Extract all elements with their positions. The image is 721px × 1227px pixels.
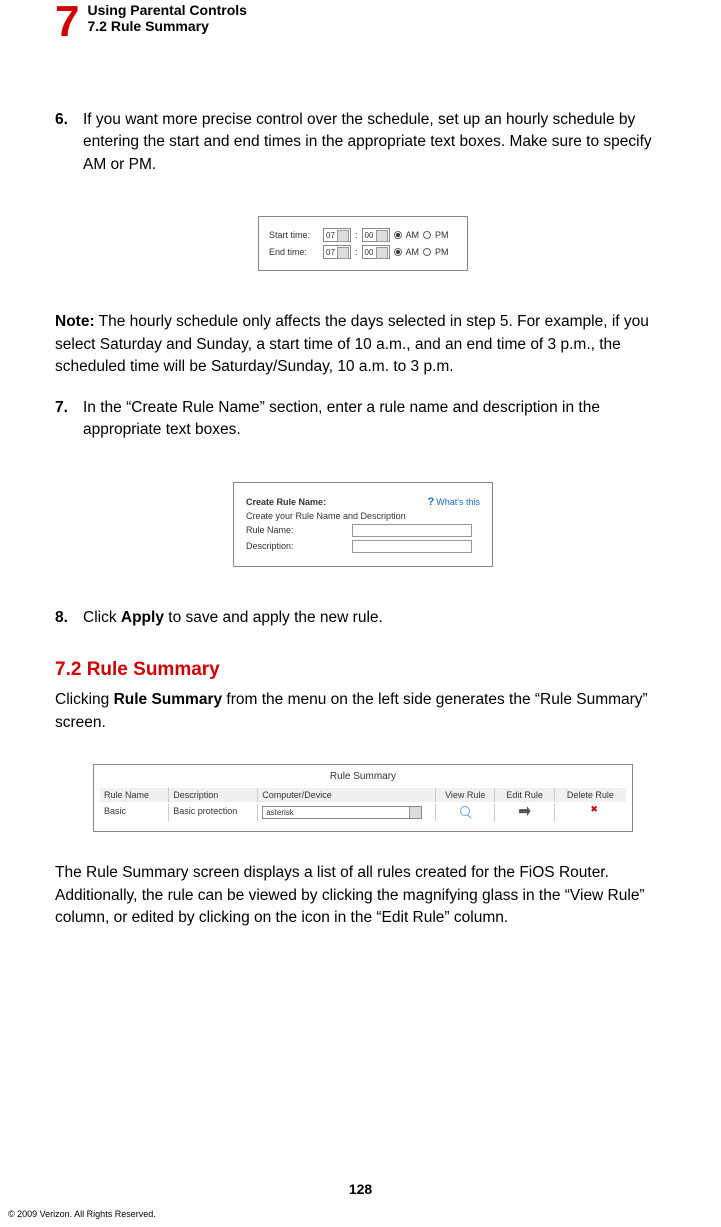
note-body: The hourly schedule only affects the day… [55, 313, 649, 375]
device-select[interactable]: asterisk [262, 806, 422, 819]
description-label: Description: [246, 541, 346, 551]
section-intro: Clicking Rule Summary from the menu on t… [55, 689, 671, 734]
edit-icon[interactable] [519, 806, 531, 816]
end-hour-select[interactable]: 07 [323, 245, 351, 259]
step-body: In the “Create Rule Name” section, enter… [83, 397, 671, 442]
col-view: View Rule [436, 788, 495, 802]
step-body: If you want more precise control over th… [83, 109, 671, 176]
whats-this-link[interactable]: ? What's this [428, 496, 480, 508]
step-number: 8. [55, 607, 83, 629]
section-description: The Rule Summary screen displays a list … [55, 862, 671, 929]
col-edit: Edit Rule [495, 788, 554, 802]
table-row: Basic Basic protection asterisk [100, 802, 626, 821]
cell-description: Basic protection [169, 804, 258, 821]
step-6: 6. If you want more precise control over… [55, 109, 671, 176]
magnifier-icon[interactable] [460, 806, 470, 816]
figure-create-rule-name: Create Rule Name: ? What's this Create y… [55, 482, 671, 567]
figure-rule-summary-table: Rule Summary Rule Name Description Compu… [55, 764, 671, 832]
header-text: Using Parental Controls 7.2 Rule Summary [87, 0, 246, 34]
step-8: 8. Click Apply to save and apply the new… [55, 607, 671, 629]
end-pm-radio[interactable] [423, 248, 431, 256]
page-header: 7 Using Parental Controls 7.2 Rule Summa… [55, 0, 671, 44]
col-device: Computer/Device [258, 788, 436, 802]
step-number: 6. [55, 109, 83, 131]
end-am-radio[interactable] [394, 248, 402, 256]
rule-name-input[interactable] [352, 524, 472, 537]
step-7: 7. In the “Create Rule Name” section, en… [55, 397, 671, 442]
time-colon: : [355, 247, 358, 257]
start-hour-select[interactable]: 07 [323, 228, 351, 242]
start-am-radio[interactable] [394, 231, 402, 239]
page-number: 128 [0, 1181, 721, 1197]
col-rule-name: Rule Name [100, 788, 169, 802]
table-header-row: Rule Name Description Computer/Device Vi… [100, 788, 626, 802]
figure-time-schedule: Start time: 07 : 00 AM PM End time: 07 :… [55, 216, 671, 271]
cell-rule-name: Basic [100, 804, 169, 821]
note-paragraph: Note: The hourly schedule only affects t… [55, 311, 671, 378]
start-time-label: Start time: [269, 230, 319, 240]
description-input[interactable] [352, 540, 472, 553]
whats-this-label: What's this [436, 497, 480, 507]
table-title: Rule Summary [100, 771, 626, 782]
chapter-number: 7 [55, 0, 77, 44]
create-rule-title: Create Rule Name: [246, 497, 326, 507]
start-min-select[interactable]: 00 [362, 228, 390, 242]
question-icon: ? [428, 496, 435, 508]
end-min-select[interactable]: 00 [362, 245, 390, 259]
create-rule-subtitle: Create your Rule Name and Description [246, 511, 406, 521]
step-body: Click Apply to save and apply the new ru… [83, 607, 671, 629]
cell-delete [555, 804, 626, 821]
cell-view [436, 804, 495, 821]
step-number: 7. [55, 397, 83, 419]
start-pm-radio[interactable] [423, 231, 431, 239]
col-delete: Delete Rule [555, 788, 626, 802]
am-label: AM [406, 247, 420, 257]
rule-name-label: Rule Name: [246, 525, 346, 535]
pm-label: PM [435, 247, 449, 257]
col-description: Description [169, 788, 258, 802]
note-label: Note: [55, 313, 95, 330]
end-time-label: End time: [269, 247, 319, 257]
am-label: AM [406, 230, 420, 240]
delete-icon[interactable] [584, 806, 596, 816]
cell-edit [495, 804, 554, 821]
cell-device: asterisk [258, 804, 436, 821]
chapter-title: Using Parental Controls [87, 2, 246, 18]
pm-label: PM [435, 230, 449, 240]
section-heading: 7.2 Rule Summary [55, 659, 671, 681]
section-breadcrumb: 7.2 Rule Summary [87, 18, 246, 34]
time-colon: : [355, 230, 358, 240]
copyright: © 2009 Verizon. All Rights Reserved. [8, 1209, 156, 1219]
